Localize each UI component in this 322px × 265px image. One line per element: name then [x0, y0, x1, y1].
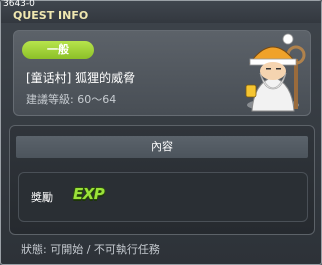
content-header: 內容: [16, 136, 308, 158]
quest-name: [童话村] 狐狸的威脅: [26, 71, 136, 85]
quest-category-badge: 一般: [22, 41, 94, 59]
reward-box: 獎勵 EXP: [18, 172, 308, 222]
content-panel: 內容 獎勵 EXP: [9, 125, 315, 235]
quest-summary-panel: 一般 [童话村] 狐狸的威脅 建議等級: 60～64: [13, 30, 311, 116]
recommended-level: 建議等級: 60～64: [26, 93, 117, 106]
exp-reward-icon[interactable]: EXP: [73, 185, 105, 203]
reward-label: 獎勵: [31, 191, 53, 204]
npc-old-man-icon: [245, 33, 306, 112]
quest-info-window: 3643-0 QUEST INFO 一般 [童话村] 狐狸的威脅 建議等級: 6…: [0, 0, 322, 265]
window-title: QUEST INFO: [13, 9, 89, 22]
quest-id: 3643-0: [3, 0, 35, 9]
title-bar[interactable]: 3643-0 QUEST INFO: [1, 0, 321, 23]
quest-status: 狀態: 可開始 / 不可執行任務: [21, 243, 160, 256]
